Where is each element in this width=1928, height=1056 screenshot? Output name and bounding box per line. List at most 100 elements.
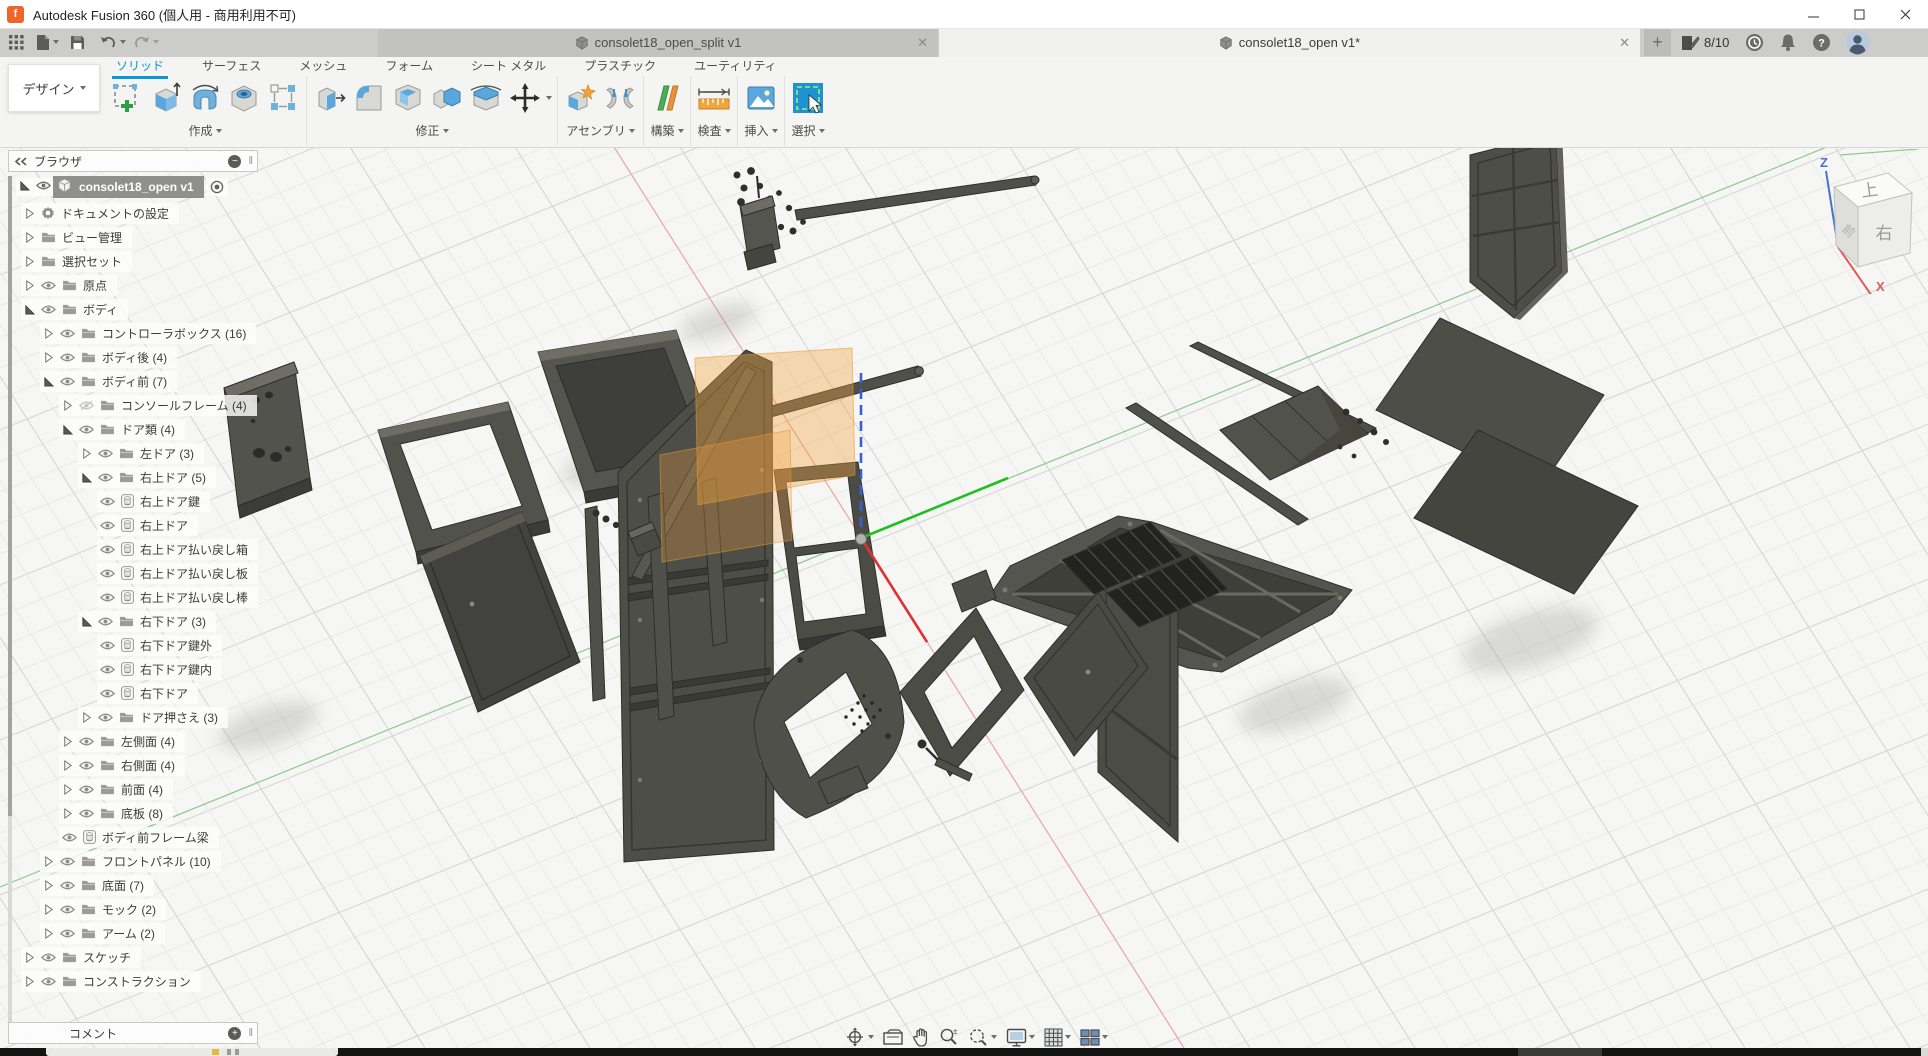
browser-item-29[interactable]: モック (2) xyxy=(16,899,258,919)
split-body-icon[interactable] xyxy=(468,79,504,117)
expand-open-icon[interactable] xyxy=(62,424,73,435)
user-avatar[interactable] xyxy=(1845,30,1870,55)
expand-closed-icon[interactable] xyxy=(24,280,35,291)
expand-closed-icon[interactable] xyxy=(24,208,35,219)
new-tab-button[interactable]: + xyxy=(1644,29,1671,56)
browser-item-28[interactable]: 底面 (7) xyxy=(16,875,258,895)
timeline-marker[interactable] xyxy=(212,1049,219,1055)
browser-item-7[interactable]: ボディ前 (7) xyxy=(16,371,258,391)
expand-closed-icon[interactable] xyxy=(24,232,35,243)
origin-point[interactable] xyxy=(856,534,867,545)
browser-root-row[interactable]: consolet18_open v1 xyxy=(16,177,258,197)
ribbon-tab-6[interactable]: ユーティリティ xyxy=(690,56,781,77)
tab-close-icon[interactable]: ✕ xyxy=(1619,35,1630,51)
visibility-eye-icon[interactable] xyxy=(60,352,75,363)
panel-minus-icon[interactable]: − xyxy=(228,155,241,168)
timeline-end-handle[interactable] xyxy=(1921,1048,1928,1056)
browser-item-24[interactable]: 前面 (4) xyxy=(16,779,258,799)
create-group-label[interactable]: 作成 xyxy=(188,122,221,139)
construct-group-label[interactable]: 構築 xyxy=(650,122,683,139)
viewport-canvas[interactable]: ブラウザ − ‖ consolet18_open v1 ドキュメントの設定ビュー… xyxy=(0,147,1928,1048)
close-button[interactable] xyxy=(1882,0,1928,28)
orbit-tool[interactable] xyxy=(845,1027,874,1047)
visibility-eye-icon[interactable] xyxy=(41,976,56,987)
visibility-eye-icon[interactable] xyxy=(98,616,113,627)
create-sketch-icon[interactable] xyxy=(109,79,145,117)
part-flat-panel-seamed[interactable] xyxy=(1220,386,1389,480)
browser-item-20[interactable]: 右下ドア xyxy=(16,683,258,703)
assemble-group-label[interactable]: アセンブリ xyxy=(566,122,634,139)
help-icon[interactable]: ? xyxy=(1812,30,1831,55)
browser-item-18[interactable]: 右下ドア鍵外 xyxy=(16,635,258,655)
browser-item-8[interactable]: コンソールフレーム (4) xyxy=(16,395,258,415)
visibility-eye-icon[interactable] xyxy=(98,712,113,723)
visibility-eye-icon[interactable] xyxy=(100,592,115,603)
revolve-icon[interactable] xyxy=(187,79,223,117)
display-settings[interactable] xyxy=(1006,1028,1035,1047)
insert-image-icon[interactable] xyxy=(743,79,779,117)
expand-closed-icon[interactable] xyxy=(81,448,92,459)
job-status-icon[interactable] xyxy=(1745,30,1764,55)
browser-item-32[interactable]: コンストラクション xyxy=(16,971,258,991)
expand-closed-icon[interactable] xyxy=(43,352,54,363)
file-menu-icon[interactable] xyxy=(36,31,59,53)
timeline-tick[interactable] xyxy=(235,1049,239,1055)
expand-closed-icon[interactable] xyxy=(43,928,54,939)
notifications-bell-icon[interactable] xyxy=(1779,30,1797,55)
tab-consolet18-open[interactable]: consolet18_open v1* ✕ xyxy=(939,28,1640,57)
visibility-eye-icon[interactable] xyxy=(100,640,115,651)
visibility-eye-icon[interactable] xyxy=(100,496,115,507)
visibility-eye-icon[interactable] xyxy=(60,328,75,339)
visibility-eye-icon[interactable] xyxy=(100,568,115,579)
tab-consolet18-open-split[interactable]: consolet18_open_split v1 ✕ xyxy=(378,28,938,57)
visibility-eye-icon[interactable] xyxy=(100,544,115,555)
browser-item-6[interactable]: ボディ後 (4) xyxy=(16,347,258,367)
browser-item-14[interactable]: 右上ドア払い戻し箱 xyxy=(16,539,258,559)
expand-closed-icon[interactable] xyxy=(24,976,35,987)
expand-closed-icon[interactable] xyxy=(62,736,73,747)
look-at-tool[interactable] xyxy=(883,1029,903,1046)
visibility-eye-icon[interactable] xyxy=(79,400,94,411)
pan-tool[interactable] xyxy=(912,1028,930,1047)
visibility-eye-icon[interactable] xyxy=(79,424,94,435)
visibility-eye-icon[interactable] xyxy=(79,784,94,795)
ribbon-tab-4[interactable]: シート メタル xyxy=(467,56,550,77)
expand-closed-icon[interactable] xyxy=(24,952,35,963)
expand-closed-icon[interactable] xyxy=(62,784,73,795)
workspace-selector[interactable]: デザイン xyxy=(8,64,100,112)
visibility-eye-icon[interactable] xyxy=(36,180,51,194)
free-docs-counter[interactable]: 8/10 xyxy=(1680,30,1729,55)
shell-icon[interactable] xyxy=(390,79,426,117)
zoom-window-tool[interactable] xyxy=(968,1027,997,1047)
expand-closed-icon[interactable] xyxy=(24,256,35,267)
browser-scrollbar[interactable] xyxy=(8,176,12,1036)
ribbon-tab-5[interactable]: プラスチック xyxy=(580,56,660,77)
visibility-eye-icon[interactable] xyxy=(100,664,115,675)
browser-item-16[interactable]: 右上ドア払い戻し棒 xyxy=(16,587,258,607)
browser-item-1[interactable]: ビュー管理 xyxy=(16,227,258,247)
modify-group-label[interactable]: 修正 xyxy=(415,122,448,139)
expand-closed-icon[interactable] xyxy=(43,904,54,915)
browser-item-4[interactable]: ボディ xyxy=(16,299,258,319)
visibility-eye-icon[interactable] xyxy=(60,856,75,867)
hole-icon[interactable] xyxy=(226,79,262,117)
expand-closed-icon[interactable] xyxy=(43,880,54,891)
browser-item-25[interactable]: 底板 (8) xyxy=(16,803,258,823)
expand-open-icon[interactable] xyxy=(81,616,92,627)
minimize-button[interactable] xyxy=(1790,0,1836,28)
activate-component-radio[interactable] xyxy=(206,178,228,196)
comment-panel[interactable]: コメント + ‖ xyxy=(8,1022,258,1044)
panel-drag-handle[interactable]: ‖ xyxy=(248,1027,252,1039)
visibility-eye-icon[interactable] xyxy=(41,952,56,963)
visibility-eye-icon[interactable] xyxy=(60,880,75,891)
timeline-bar[interactable] xyxy=(0,1048,1928,1056)
visibility-eye-icon[interactable] xyxy=(60,376,75,387)
browser-item-26[interactable]: ボディ前フレーム梁 xyxy=(16,827,258,847)
expand-open-icon[interactable] xyxy=(81,472,92,483)
app-grid-icon[interactable] xyxy=(9,31,24,53)
browser-item-12[interactable]: 右上ドア鍵 xyxy=(16,491,258,511)
visibility-eye-icon[interactable] xyxy=(79,760,94,771)
browser-item-9[interactable]: ドア類 (4) xyxy=(16,419,258,439)
panel-drag-handle[interactable]: ‖ xyxy=(248,155,252,167)
expand-closed-icon[interactable] xyxy=(43,328,54,339)
